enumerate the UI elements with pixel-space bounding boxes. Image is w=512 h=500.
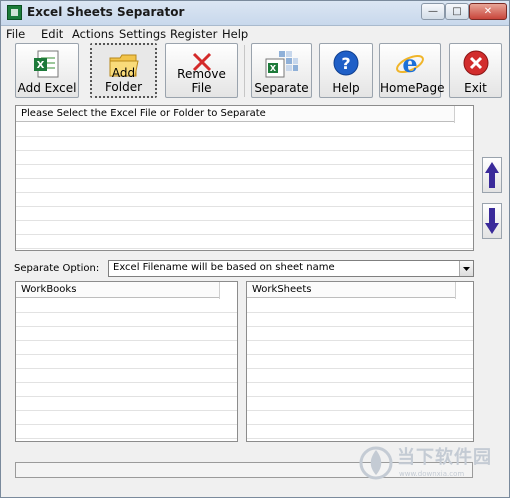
homepage-button[interactable]: e HomePage <box>379 43 445 98</box>
chevron-down-icon <box>463 267 470 271</box>
homepage-label: HomePage <box>380 81 445 95</box>
dropdown-button[interactable] <box>459 261 473 276</box>
watermark-logo-icon <box>359 446 393 480</box>
svg-text:X: X <box>269 64 276 73</box>
separate-sheets-icon: X <box>265 51 298 78</box>
exit-label: Exit <box>464 81 487 95</box>
close-window-button[interactable]: ✕ <box>469 3 507 20</box>
svg-text:?: ? <box>341 54 350 73</box>
help-button[interactable]: ? Help <box>319 43 373 98</box>
worksheets-rows <box>247 299 473 441</box>
arrow-up-icon <box>485 162 499 188</box>
excel-file-icon: X <box>34 50 59 78</box>
workbooks-header: WorkBooks <box>16 282 219 298</box>
arrow-down-icon <box>485 208 499 234</box>
remove-file-button[interactable]: Remove File <box>165 43 238 98</box>
remove-file-label: Remove File <box>177 67 226 95</box>
workbooks-list[interactable]: WorkBooks <box>15 281 238 442</box>
separate-option-value: Excel Filename will be based on sheet na… <box>113 262 335 273</box>
exit-button[interactable]: Exit <box>449 43 502 98</box>
watermark: 当下软件园 www.downxia.com <box>357 443 512 487</box>
file-list-header: Please Select the Excel File or Folder t… <box>16 106 454 122</box>
move-up-button[interactable] <box>482 157 502 193</box>
menu-file[interactable]: File <box>6 27 25 41</box>
menu-actions[interactable]: Actions <box>72 27 114 41</box>
minimize-button[interactable]: — <box>421 3 445 20</box>
separate-button[interactable]: X Separate <box>251 43 312 98</box>
worksheets-list[interactable]: WorkSheets <box>246 281 474 442</box>
add-excel-button[interactable]: X Add Excel <box>15 43 79 98</box>
menu-edit[interactable]: Edit <box>41 27 63 41</box>
app-window: Excel Sheets Separator — □ ✕ File Edit A… <box>0 0 510 498</box>
menu-bar: File Edit Actions Settings Register Help <box>1 26 509 43</box>
menu-settings[interactable]: Settings <box>119 27 166 41</box>
close-icon: ✕ <box>483 6 493 17</box>
minimize-icon: — <box>428 6 438 17</box>
move-down-button[interactable] <box>482 203 502 239</box>
toolbar: X Add Excel Add Folder Remove File X Sep… <box>1 43 509 101</box>
maximize-button[interactable]: □ <box>445 3 469 20</box>
toolbar-separator <box>244 45 245 97</box>
workbooks-rows <box>16 299 237 441</box>
title-bar: Excel Sheets Separator — □ ✕ <box>1 1 509 26</box>
app-icon <box>7 5 22 20</box>
separate-option-select[interactable]: Excel Filename will be based on sheet na… <box>108 260 474 277</box>
help-label: Help <box>332 81 360 95</box>
add-folder-button[interactable]: Add Folder <box>90 43 157 98</box>
window-title: Excel Sheets Separator <box>27 5 185 19</box>
worksheets-header: WorkSheets <box>247 282 455 298</box>
separate-label: Separate <box>254 81 309 95</box>
watermark-url: www.downxia.com <box>399 470 465 478</box>
add-excel-label: Add Excel <box>17 81 77 95</box>
separate-option-label: Separate Option: <box>14 263 100 274</box>
svg-text:e: e <box>402 49 417 78</box>
exit-icon <box>463 50 488 76</box>
menu-help[interactable]: Help <box>222 27 248 41</box>
file-list-rows <box>16 123 473 250</box>
add-folder-label: Add Folder <box>104 66 143 94</box>
help-icon: ? <box>333 50 359 76</box>
watermark-brand: 当下软件园 <box>397 447 492 468</box>
svg-text:X: X <box>37 60 45 71</box>
maximize-icon: □ <box>452 6 462 17</box>
menu-register[interactable]: Register <box>170 27 217 41</box>
browser-e-icon: e <box>396 49 424 78</box>
file-list[interactable]: Please Select the Excel File or Folder t… <box>15 105 474 251</box>
